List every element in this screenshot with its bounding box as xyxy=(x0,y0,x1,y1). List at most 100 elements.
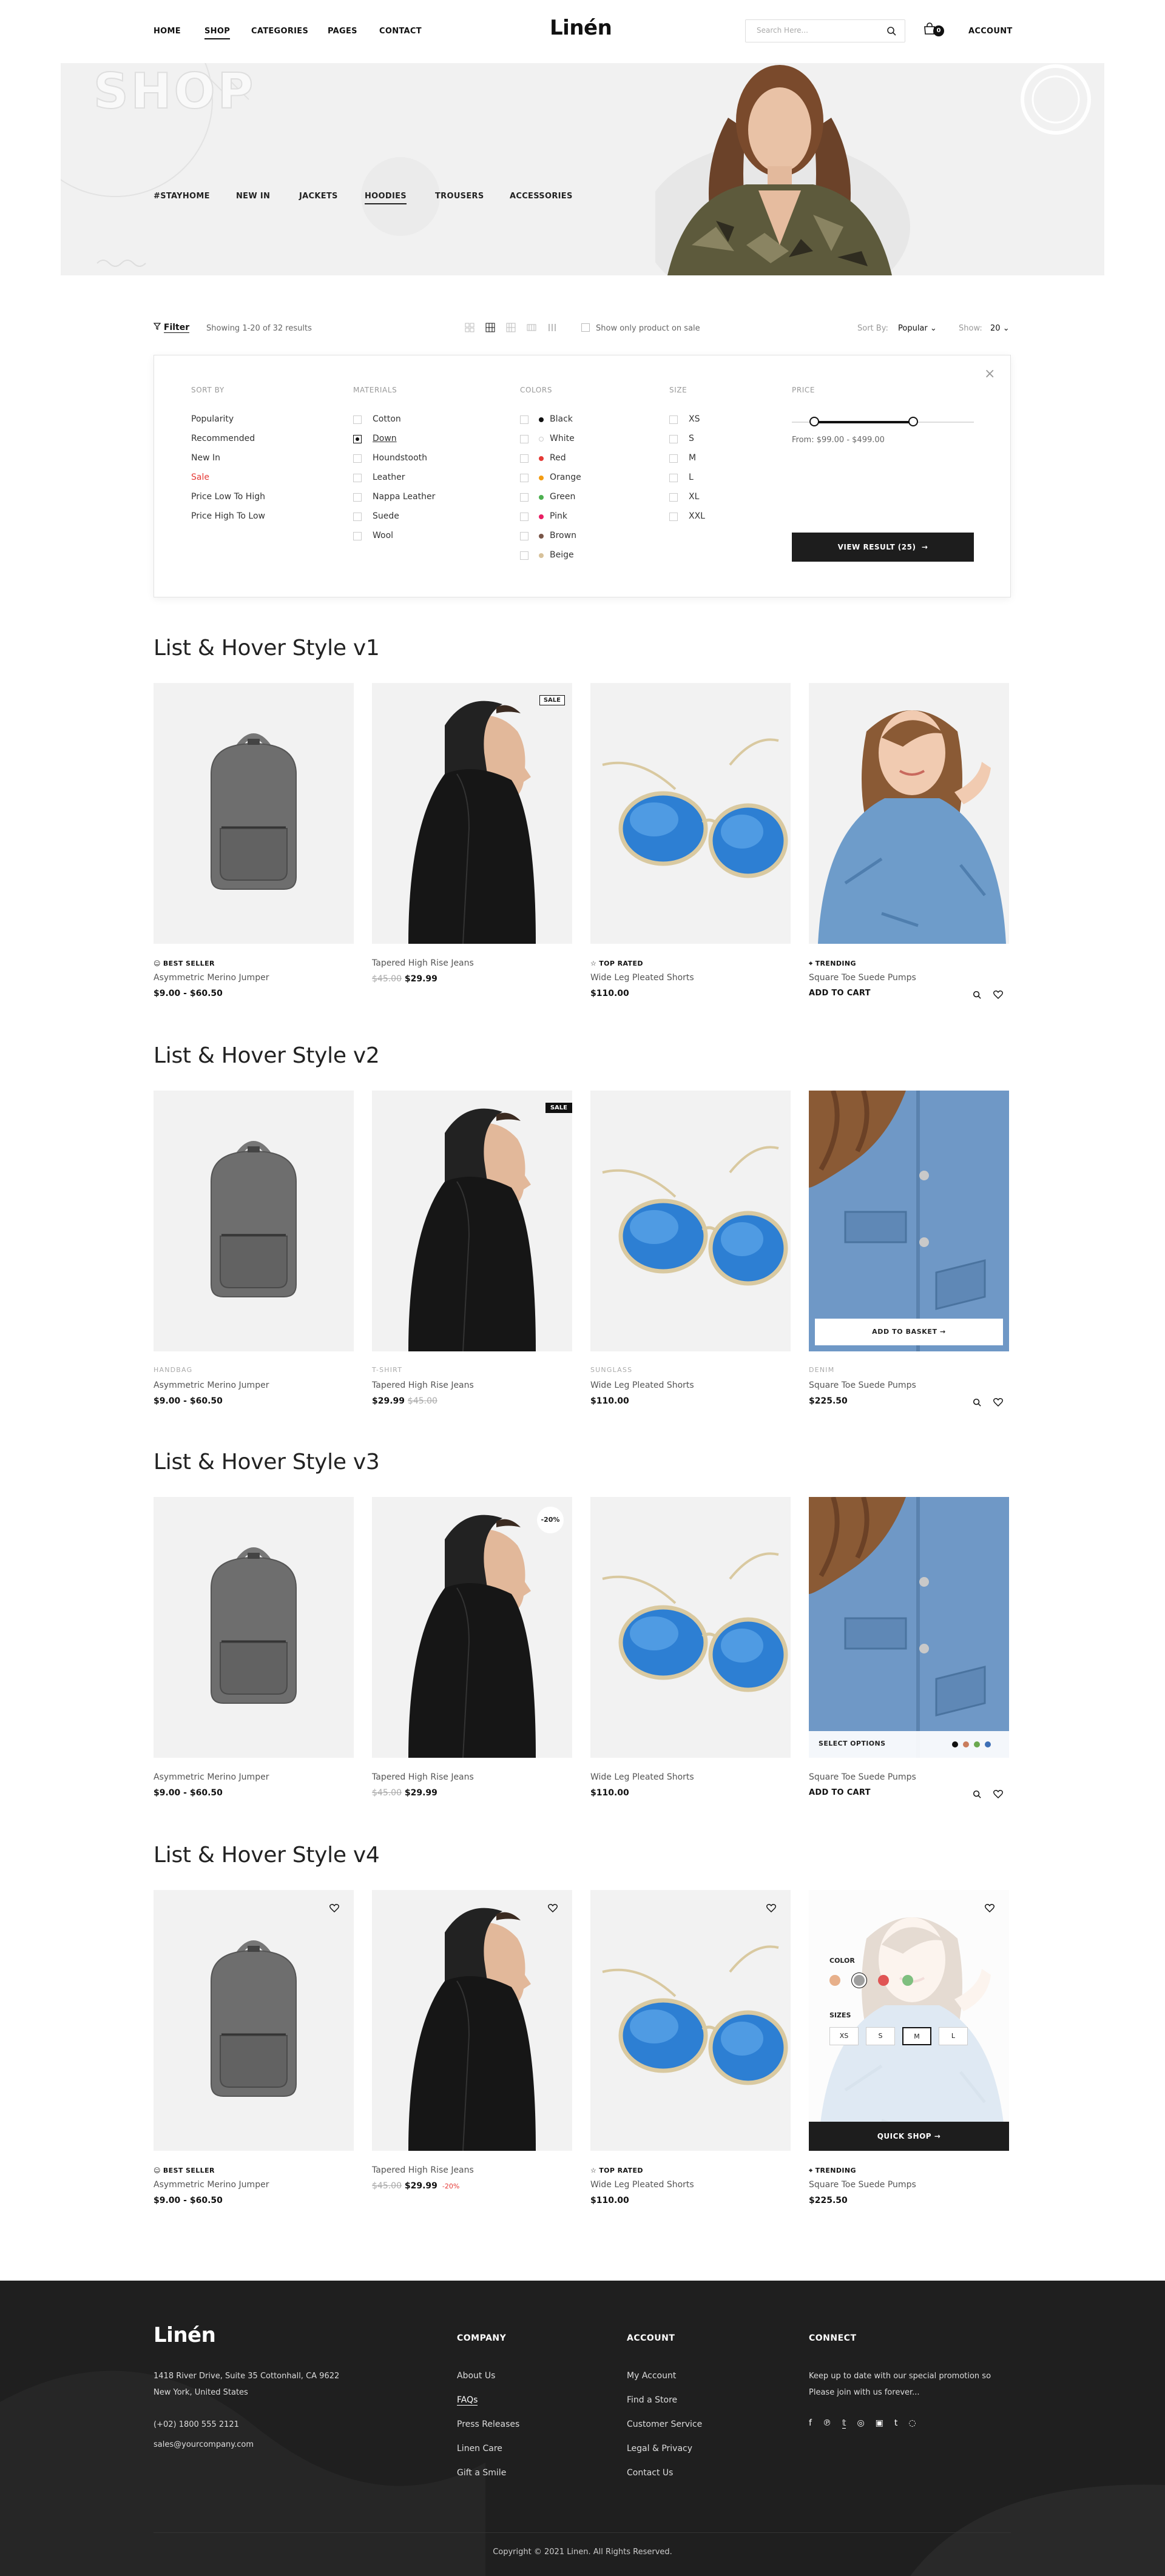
footer-company-link[interactable]: About Us xyxy=(457,2371,495,2381)
color-checkbox[interactable] xyxy=(520,493,528,502)
color-checkbox[interactable] xyxy=(520,454,528,463)
product-image-glasses[interactable] xyxy=(590,1091,791,1351)
product-image-glasses[interactable] xyxy=(590,1890,791,2151)
filter-toggle[interactable]: Filter xyxy=(153,323,190,333)
product-image-glasses[interactable] xyxy=(590,683,791,944)
material-checkbox[interactable] xyxy=(353,435,362,443)
product-name[interactable]: Tapered High Rise Jeans xyxy=(372,1772,474,1782)
sort-option[interactable]: Price Low To High xyxy=(191,492,265,502)
footer-account-link[interactable]: Legal & Privacy xyxy=(627,2444,692,2453)
product-name[interactable]: Tapered High Rise Jeans xyxy=(372,958,474,968)
category-accessories[interactable]: ACCESSORIES xyxy=(510,192,573,201)
category-hoodies[interactable]: HOODIES xyxy=(365,192,407,204)
product-name[interactable]: Square Toe Suede Pumps xyxy=(809,1380,916,1390)
cart-button[interactable]: 0 xyxy=(922,22,944,38)
color-option-swatch[interactable] xyxy=(829,1975,840,1986)
product-image-jacket[interactable]: COLOR SIZES XS S M L QUICK SHOP → xyxy=(809,1890,1009,2151)
material-option[interactable]: Suede xyxy=(373,511,399,521)
sort-option[interactable]: Sale xyxy=(191,472,209,482)
category-jackets[interactable]: JACKETS xyxy=(299,192,338,201)
size-checkbox[interactable] xyxy=(669,415,678,424)
show-select[interactable]: 20 ⌄ xyxy=(990,324,1010,333)
nav-categories[interactable]: CATEGORIES xyxy=(251,27,308,36)
color-option[interactable]: Pink xyxy=(550,511,567,521)
pinterest-icon[interactable]: ℗ xyxy=(823,2418,831,2429)
size-checkbox[interactable] xyxy=(669,513,678,521)
category-new-in[interactable]: NEW IN xyxy=(236,192,270,201)
product-name[interactable]: Tapered High Rise Jeans xyxy=(372,2165,474,2175)
material-checkbox[interactable] xyxy=(353,454,362,463)
category-trousers[interactable]: TROUSERS xyxy=(435,192,484,201)
size-option-button[interactable]: L xyxy=(939,2027,968,2045)
color-swatch[interactable] xyxy=(985,1741,991,1747)
category-stayhome[interactable]: #STAYHOME xyxy=(154,192,210,201)
footer-email[interactable]: sales@yourcompany.com xyxy=(154,2440,254,2449)
color-swatch[interactable] xyxy=(952,1741,958,1747)
search-box[interactable]: Search Here... xyxy=(745,19,905,42)
size-option-button[interactable]: S xyxy=(866,2027,895,2045)
grid-2-icon[interactable] xyxy=(465,323,474,332)
size-option[interactable]: XL xyxy=(689,492,699,502)
material-option[interactable]: Cotton xyxy=(373,414,401,424)
color-option-swatch[interactable] xyxy=(902,1975,913,1986)
size-checkbox[interactable] xyxy=(669,435,678,443)
color-option[interactable]: Red xyxy=(550,453,566,463)
footer-logo[interactable]: Linén xyxy=(154,2323,216,2347)
product-image-jacket[interactable] xyxy=(809,683,1009,944)
sort-option[interactable]: New In xyxy=(191,453,220,463)
color-option-swatch[interactable] xyxy=(878,1975,889,1986)
color-checkbox[interactable] xyxy=(520,435,528,443)
color-option[interactable]: Black xyxy=(550,414,573,424)
close-icon[interactable]: × xyxy=(984,366,995,382)
nav-pages[interactable]: PAGES xyxy=(328,27,357,36)
nav-contact[interactable]: CONTACT xyxy=(379,27,422,36)
product-image-hoodie[interactable] xyxy=(372,1890,572,2151)
size-checkbox[interactable] xyxy=(669,474,678,482)
price-max-handle[interactable] xyxy=(908,417,918,426)
heart-icon[interactable] xyxy=(329,1903,339,1915)
heart-icon[interactable] xyxy=(766,1903,776,1915)
footer-account-link[interactable]: Find a Store xyxy=(627,2395,677,2405)
size-option[interactable]: S xyxy=(689,434,694,443)
flickr-icon[interactable]: ▣ xyxy=(876,2418,883,2429)
material-checkbox[interactable] xyxy=(353,415,362,424)
material-checkbox[interactable] xyxy=(353,493,362,502)
size-option-button[interactable]: M xyxy=(902,2027,931,2045)
product-image-hoodie[interactable]: SALE xyxy=(372,683,572,944)
product-image-jacket[interactable]: SELECT OPTIONS xyxy=(809,1497,1009,1758)
heart-icon[interactable] xyxy=(985,1903,994,1915)
add-to-basket-button[interactable]: ADD TO BASKET → xyxy=(815,1319,1003,1345)
search-icon[interactable] xyxy=(886,26,896,36)
view-result-button[interactable]: VIEW RESULT (25) → xyxy=(792,533,974,562)
footer-company-link[interactable]: FAQs xyxy=(457,2395,478,2406)
product-image-backpack[interactable] xyxy=(154,683,354,944)
select-options-link[interactable]: SELECT OPTIONS xyxy=(819,1740,885,1747)
nav-shop[interactable]: SHOP xyxy=(204,27,231,39)
footer-phone[interactable]: (+02) 1800 555 2121 xyxy=(154,2420,239,2429)
heart-icon[interactable] xyxy=(993,1789,1003,1801)
size-option[interactable]: M xyxy=(689,453,696,463)
size-checkbox[interactable] xyxy=(669,454,678,463)
instagram-icon[interactable]: ◎ xyxy=(857,2418,864,2429)
product-name[interactable]: Tapered High Rise Jeans xyxy=(372,1380,474,1390)
footer-company-link[interactable]: Gift a Smile xyxy=(457,2468,506,2478)
material-option[interactable]: Leather xyxy=(373,472,405,482)
product-name[interactable]: Asymmetric Merino Jumper xyxy=(154,1772,269,1782)
sale-only-checkbox[interactable] xyxy=(581,323,590,332)
product-name[interactable]: Wide Leg Pleated Shorts xyxy=(590,2180,694,2190)
add-to-cart-link[interactable]: ADD TO CART xyxy=(809,989,871,998)
color-swatch[interactable] xyxy=(963,1741,969,1747)
add-to-cart-link[interactable]: ADD TO CART xyxy=(809,1788,871,1797)
product-name[interactable]: Wide Leg Pleated Shorts xyxy=(590,973,694,983)
heart-icon[interactable] xyxy=(993,990,1003,1001)
material-checkbox[interactable] xyxy=(353,474,362,482)
footer-company-link[interactable]: Press Releases xyxy=(457,2420,519,2429)
color-checkbox[interactable] xyxy=(520,474,528,482)
size-option[interactable]: XXL xyxy=(689,511,705,521)
heart-icon[interactable] xyxy=(993,1397,1003,1409)
product-name[interactable]: Wide Leg Pleated Shorts xyxy=(590,1380,694,1390)
size-option[interactable]: L xyxy=(689,472,694,482)
product-image-hoodie[interactable]: -20% xyxy=(372,1497,572,1758)
color-checkbox[interactable] xyxy=(520,415,528,424)
material-checkbox[interactable] xyxy=(353,532,362,540)
